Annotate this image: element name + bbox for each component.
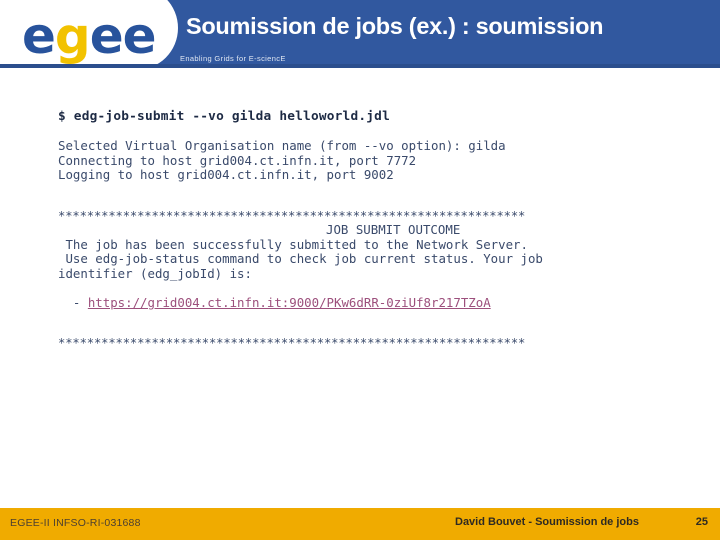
terminal-result-line: identifier (edg_jobId) is: xyxy=(58,265,252,281)
outcome-heading: JOB SUBMIT OUTCOME xyxy=(326,222,461,238)
slide-footer: EGEE-II INFSO-RI-031688 David Bouvet - S… xyxy=(0,508,720,540)
footer-project-id: EGEE-II INFSO-RI-031688 xyxy=(10,517,141,529)
page-title: Soumission de jobs (ex.) : soumission xyxy=(186,13,604,39)
separator-top: ****************************************… xyxy=(58,208,526,223)
logo-letter-e1: e xyxy=(22,7,56,65)
terminal-result-line: Use edg-job-status command to check job … xyxy=(58,251,543,267)
terminal-output-line: Logging to host grid004.ct.infn.it, port… xyxy=(58,167,394,183)
footer-page-number: 25 xyxy=(695,516,708,528)
terminal-result-line: The job has been successfully submitted … xyxy=(58,236,528,252)
slide-content: $ edg-job-submit --vo gilda helloworld.j… xyxy=(0,68,720,508)
terminal-transcript: $ edg-job-submit --vo gilda helloworld.j… xyxy=(58,109,698,351)
job-id-bullet: - xyxy=(58,295,88,311)
job-id-line: - https://grid004.ct.infn.it:9000/PKw6dR… xyxy=(58,295,698,311)
egee-logo: egee xyxy=(22,7,157,65)
terminal-output-line: Connecting to host grid004.ct.infn.it, p… xyxy=(58,152,417,168)
job-id-link[interactable]: https://grid004.ct.infn.it:9000/PKw6dRR-… xyxy=(88,295,491,310)
terminal-command: $ edg-job-submit --vo gilda helloworld.j… xyxy=(58,109,390,124)
logo-letter-e3: e xyxy=(122,7,157,65)
footer-presentation-title: David Bouvet - Soumission de jobs xyxy=(455,516,639,528)
terminal-output-line: Selected Virtual Organisation name (from… xyxy=(58,138,506,154)
header-tagline: Enabling Grids for E-sciencE xyxy=(180,54,286,63)
separator-bottom: ****************************************… xyxy=(58,336,526,351)
slide-header: egee Soumission de jobs (ex.) : soumissi… xyxy=(0,0,720,68)
logo-letter-e2: e xyxy=(89,7,124,65)
logo-letter-g: g xyxy=(54,7,91,65)
